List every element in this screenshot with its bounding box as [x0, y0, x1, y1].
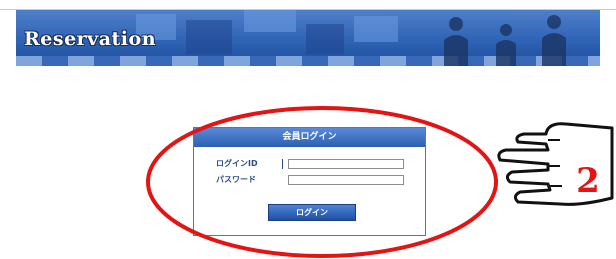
banner-tile: [354, 16, 398, 42]
banner-tile: [306, 24, 344, 54]
login-id-label: ログインID: [216, 159, 258, 168]
banner-title: Reservation: [24, 28, 157, 50]
top-rule: [0, 0, 616, 10]
banner-tile: [186, 20, 232, 54]
pointing-hand-icon: [497, 122, 614, 206]
login-form: 会員ログイン ログインID パスワード ログイン: [193, 127, 426, 236]
login-id-input[interactable]: [288, 159, 404, 169]
text-cursor: [282, 159, 283, 169]
login-button[interactable]: ログイン: [268, 204, 356, 221]
people-silhouette-icon: [444, 15, 566, 66]
banner-tile: [244, 10, 296, 32]
site-banner: Reservation: [16, 10, 600, 66]
step-number: 2: [576, 161, 600, 201]
password-label: パスワード: [216, 175, 256, 184]
login-header: 会員ログイン: [194, 128, 425, 147]
password-input[interactable]: [288, 175, 404, 185]
